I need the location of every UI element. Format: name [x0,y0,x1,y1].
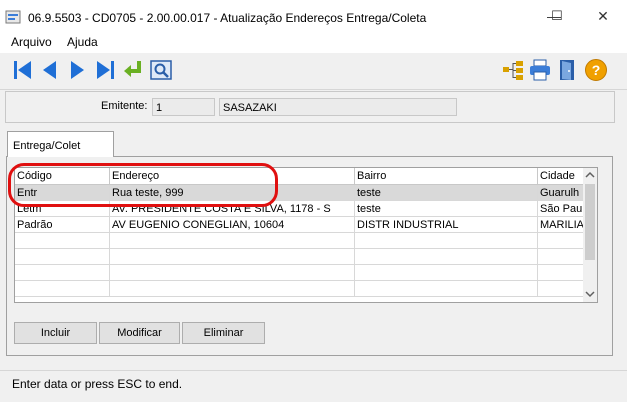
empty-cell [355,281,538,297]
help-icon[interactable]: ? [584,58,608,82]
zoom-search-icon[interactable] [149,58,173,82]
highlight-annotation [8,163,278,207]
eliminar-button[interactable]: Eliminar [182,322,265,344]
tab-entrega-coleta-label: Entrega/Colet [13,140,81,152]
svg-text:?: ? [592,62,601,78]
cell-bairro[interactable]: DISTR INDUSTRIAL [355,217,538,233]
scroll-down-icon[interactable] [585,289,595,299]
cell-bairro[interactable]: teste [355,201,538,217]
emitente-label: Emitente: [101,100,148,112]
grid-vertical-scrollbar[interactable] [583,168,597,302]
empty-cell [355,265,538,281]
first-record-icon[interactable] [11,58,35,82]
menu-ajuda[interactable]: Ajuda [67,35,98,49]
empty-cell [355,233,538,249]
empty-cell [355,249,538,265]
close-button[interactable]: ✕ [580,2,626,30]
empty-cell [15,281,110,297]
empty-cell [15,249,110,265]
column-header-bairro[interactable]: Bairro [355,168,538,185]
emitente-code-field[interactable]: 1 [152,98,215,116]
exit-door-icon[interactable] [556,58,580,82]
menu-arquivo[interactable]: Arquivo [11,35,52,49]
last-record-icon[interactable] [93,58,117,82]
scroll-thumb[interactable] [585,184,595,260]
modificar-button[interactable]: Modificar [99,322,180,344]
app-icon [5,10,21,24]
empty-cell [15,265,110,281]
empty-cell [110,281,355,297]
confirm-return-icon[interactable] [121,58,145,82]
empty-cell [110,249,355,265]
cell-codigo[interactable]: Padrão [15,217,110,233]
hierarchy-icon[interactable] [501,58,525,82]
emitente-name-field: SASAZAKI [219,98,457,116]
status-message: Enter data or press ESC to end. [12,377,183,391]
printer-icon[interactable] [528,58,552,82]
empty-cell [15,233,110,249]
next-record-icon[interactable] [65,58,89,82]
empty-cell [110,265,355,281]
scroll-up-icon[interactable] [585,170,595,180]
maximize-button[interactable]: ☐ [534,2,580,30]
incluir-button[interactable]: Incluir [14,322,97,344]
empty-cell [110,233,355,249]
cell-endereco[interactable]: AV EUGENIO CONEGLIAN, 10604 [110,217,355,233]
cell-bairro[interactable]: teste [355,185,538,201]
window-title: 06.9.5503 - CD0705 - 2.00.00.017 - Atual… [28,11,427,25]
previous-record-icon[interactable] [38,58,62,82]
